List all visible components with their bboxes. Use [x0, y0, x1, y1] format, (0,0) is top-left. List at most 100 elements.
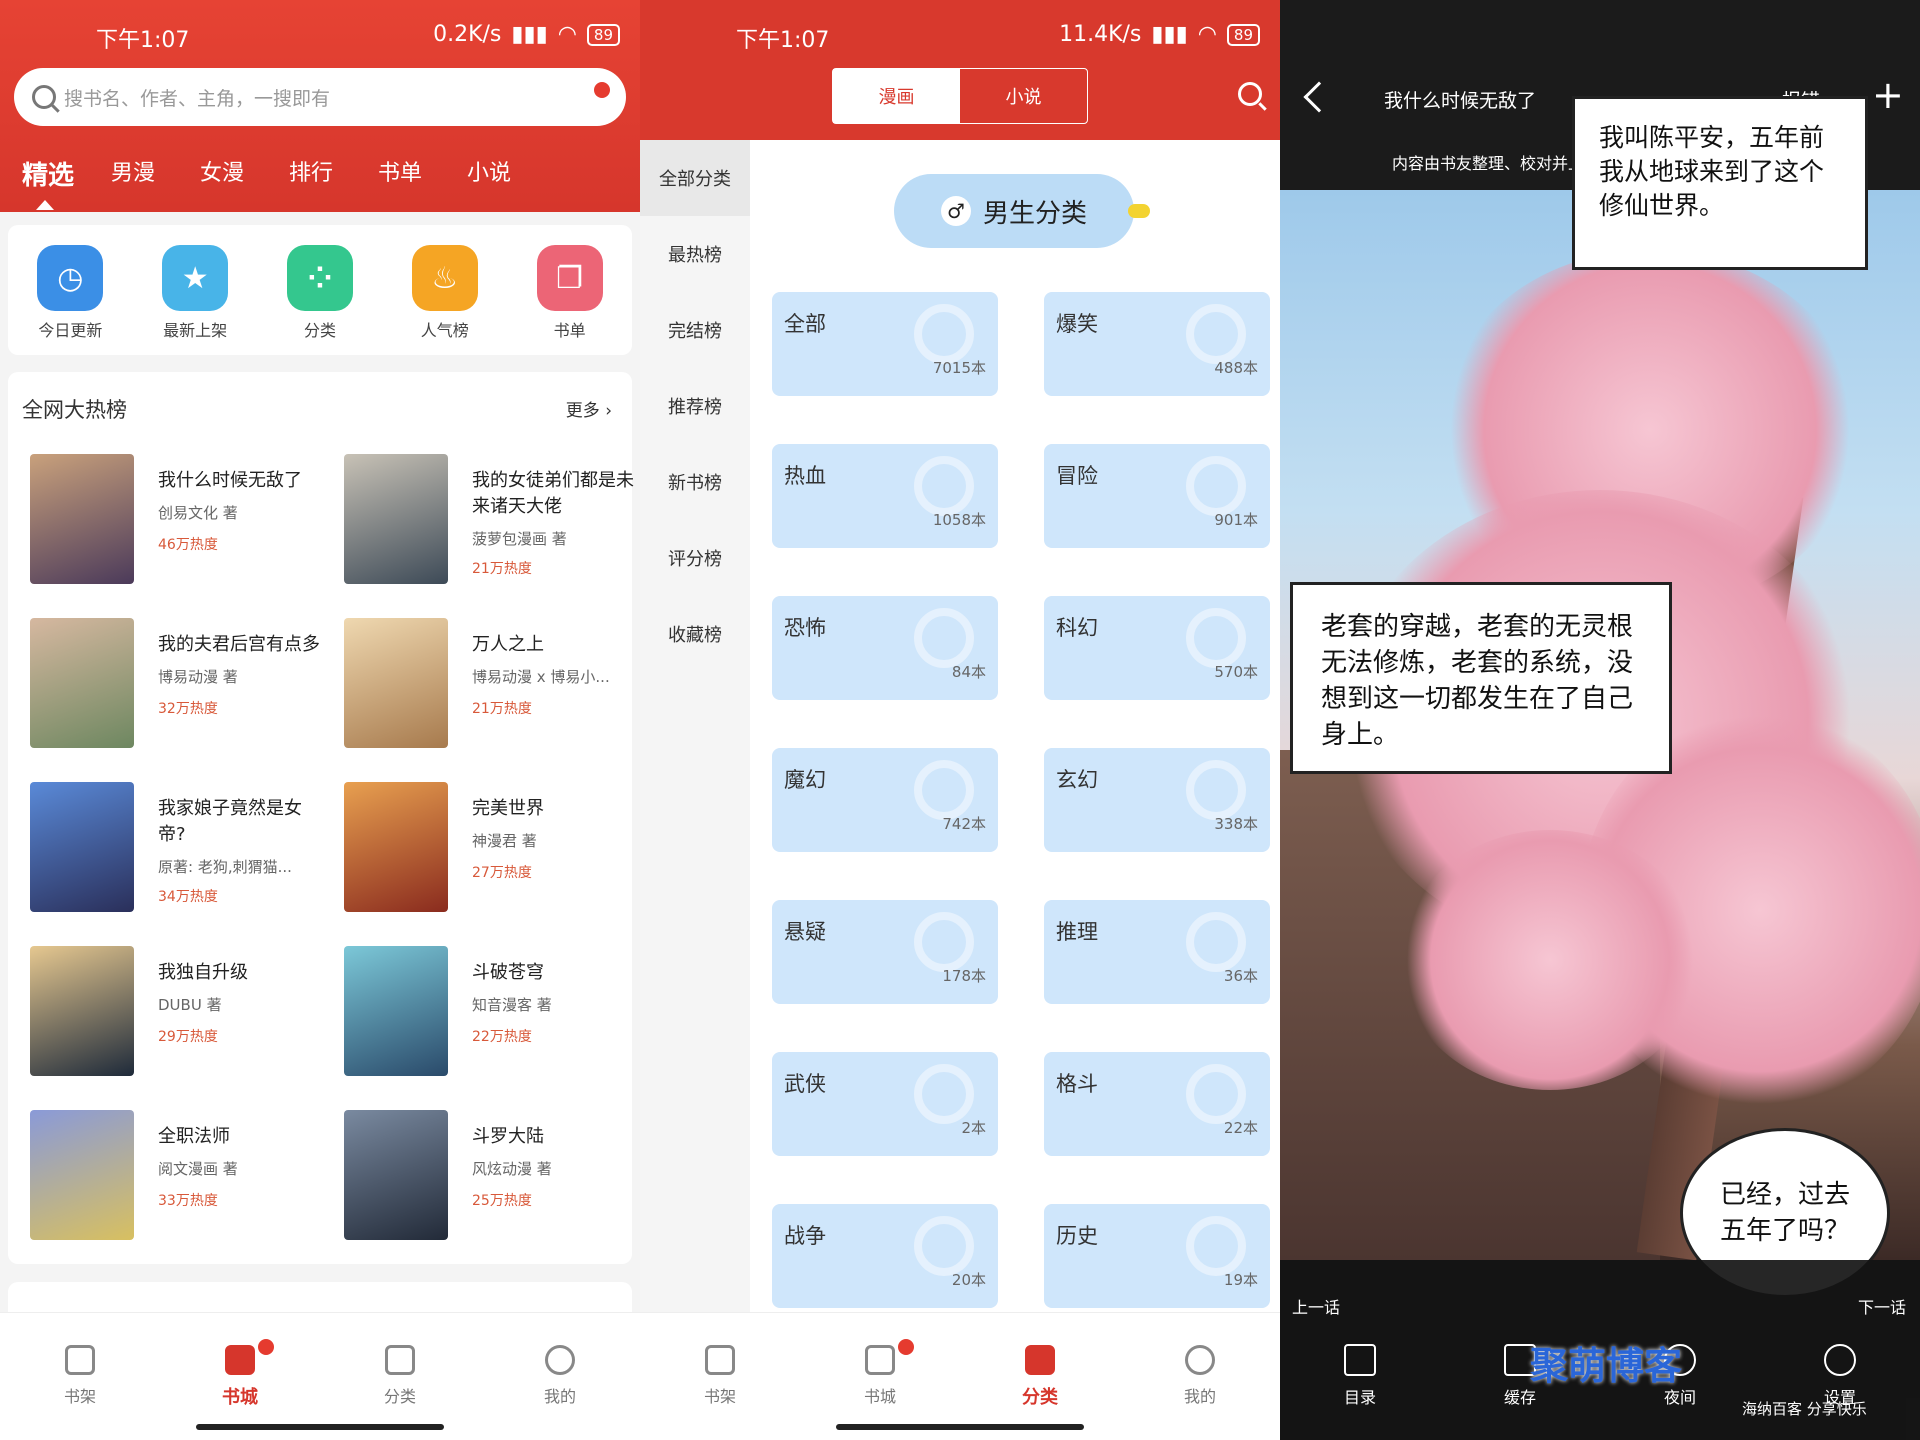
nav-mine[interactable]: 我的	[500, 1345, 620, 1440]
category-card[interactable]: 玄幻 338本	[1044, 748, 1270, 852]
category-card[interactable]: 热血 1058本	[772, 444, 998, 548]
back-icon[interactable]	[1303, 81, 1335, 113]
category-card[interactable]: 推理 36本	[1044, 900, 1270, 1004]
nav-bookshelf[interactable]: 书架	[660, 1345, 780, 1440]
more-link[interactable]: 更多 ›	[566, 396, 612, 421]
hot-list-title: 全网大热榜	[22, 398, 127, 422]
seg-novel[interactable]: 小说	[960, 69, 1087, 123]
book-author: 风炫动漫 著	[472, 1160, 552, 1178]
book-item[interactable]: 我的女徒弟们都是未来诸天大佬 菠萝包漫画 著 21万热度	[344, 454, 640, 584]
next-chapter-button[interactable]: 下一话	[1858, 1294, 1906, 1318]
quick-entry[interactable]: ★ 最新上架	[145, 245, 245, 355]
book-cover[interactable]	[344, 782, 448, 912]
category-name: 历史	[1056, 1224, 1098, 1248]
category-count: 20本	[951, 1271, 986, 1289]
book-cover[interactable]	[30, 946, 134, 1076]
side-menu-item[interactable]: 评分榜	[640, 520, 750, 596]
category-card[interactable]: 爆笑 488本	[1044, 292, 1270, 396]
side-menu-item[interactable]: 收藏榜	[640, 596, 750, 672]
nav-label: 我的	[1183, 1387, 1216, 1406]
tab-featured[interactable]: 精选	[22, 155, 111, 192]
male-symbol-icon	[1186, 912, 1246, 972]
comic-blossom	[1400, 830, 1700, 1090]
nav-badge	[898, 1339, 914, 1355]
tab-novel[interactable]: 小说	[467, 155, 556, 192]
notification-dot	[594, 82, 610, 98]
book-cover[interactable]	[344, 1110, 448, 1240]
settings-button[interactable]: 设置	[1790, 1344, 1890, 1440]
book-item[interactable]: 我什么时候无敌了 创易文化 著 46万热度	[30, 454, 330, 584]
nav-label: 分类	[383, 1387, 416, 1406]
quick-entry[interactable]: ♨ 人气榜	[395, 245, 495, 355]
tab-booklist[interactable]: 书单	[378, 155, 467, 192]
book-item[interactable]: 我的夫君后宫有点多 博易动漫 著 32万热度	[30, 618, 330, 748]
category-card[interactable]: 格斗 22本	[1044, 1052, 1270, 1156]
tab-female-comics[interactable]: 女漫	[200, 155, 289, 192]
book-author: DUBU 著	[158, 996, 222, 1014]
book-title: 我什么时候无敌了	[158, 470, 302, 491]
male-symbol-icon	[914, 456, 974, 516]
book-cover[interactable]	[344, 618, 448, 748]
search-icon[interactable]	[1238, 82, 1262, 106]
category-name: 科幻	[1056, 616, 1098, 640]
book-heat: 27万热度	[472, 865, 532, 881]
nav-bookshelf[interactable]: 书架	[20, 1345, 140, 1440]
book-item[interactable]: 万人之上 博易动漫 x 博易小... 21万热度	[344, 618, 640, 748]
net-speed: 11.4K/s	[1059, 22, 1142, 47]
book-cover[interactable]	[344, 454, 448, 584]
male-symbol-icon	[1186, 1064, 1246, 1124]
category-card[interactable]: 悬疑 178本	[772, 900, 998, 1004]
category-card[interactable]: 科幻 570本	[1044, 596, 1270, 700]
category-card[interactable]: 冒险 901本	[1044, 444, 1270, 548]
home-indicator[interactable]	[836, 1424, 1084, 1430]
male-symbol-icon	[1186, 304, 1246, 364]
book-cover[interactable]	[30, 782, 134, 912]
nav-mine[interactable]: 我的	[1140, 1345, 1260, 1440]
category-card[interactable]: 全部 7015本	[772, 292, 998, 396]
tab-male-comics[interactable]: 男漫	[111, 155, 200, 192]
book-cover[interactable]	[30, 618, 134, 748]
book-item[interactable]: 我家娘子竟然是女帝? 原著: 老狗,刺猬猫... 34万热度	[30, 782, 330, 912]
book-cover[interactable]	[30, 1110, 134, 1240]
category-card[interactable]: 武侠 2本	[772, 1052, 998, 1156]
tab-ranking[interactable]: 排行	[289, 155, 378, 192]
add-icon[interactable]: +	[1872, 76, 1904, 114]
male-symbol-icon	[914, 1216, 974, 1276]
seg-comic[interactable]: 漫画	[833, 69, 960, 123]
quick-entry[interactable]: ◷ 今日更新	[20, 245, 120, 355]
home-indicator[interactable]	[196, 1424, 444, 1430]
book-item[interactable]: 完美世界 神漫君 著 27万热度	[344, 782, 640, 912]
side-menu-item[interactable]: 全部分类	[640, 140, 750, 216]
book-heat: 21万热度	[472, 701, 532, 717]
category-card[interactable]: 历史 19本	[1044, 1204, 1270, 1308]
quick-entry[interactable]: ❐ 书单	[520, 245, 620, 355]
book-cover[interactable]	[30, 454, 134, 584]
book-author: 菠萝包漫画 著	[472, 530, 567, 548]
quick-entry[interactable]: ⁘ 分类	[270, 245, 370, 355]
category-card[interactable]: 战争 20本	[772, 1204, 998, 1308]
side-menu-item[interactable]: 新书榜	[640, 444, 750, 520]
signal-icon: ▮▮▮	[1151, 22, 1188, 47]
book-item[interactable]: 斗破苍穹 知音漫客 著 22万热度	[344, 946, 640, 1076]
book-author: 博易动漫 著	[158, 668, 238, 686]
group-title: ♂ 男生分类	[894, 174, 1150, 248]
toc-button[interactable]: 目录	[1310, 1344, 1410, 1440]
prev-chapter-button[interactable]: 上一话	[1292, 1294, 1340, 1318]
book-item[interactable]: 全职法师 阅文漫画 著 33万热度	[30, 1110, 330, 1240]
male-symbol-icon	[914, 760, 974, 820]
side-menu-item[interactable]: 最热榜	[640, 216, 750, 292]
category-count: 36本	[1223, 967, 1258, 985]
book-item[interactable]: 斗罗大陆 风炫动漫 著 25万热度	[344, 1110, 640, 1240]
category-name: 魔幻	[784, 768, 826, 792]
phone-reader: 我什么时候无敌了 报错 + 内容由书友整理、校对并上传，如有疑问请邮件我们 我叫…	[1280, 0, 1920, 1440]
side-menu-item[interactable]: 完结榜	[640, 292, 750, 368]
male-symbol-icon	[1186, 456, 1246, 516]
category-name: 武侠	[784, 1072, 826, 1096]
book-author: 知音漫客 著	[472, 996, 552, 1014]
search-input[interactable]: 搜书名、作者、主角，一搜即有	[14, 68, 626, 126]
side-menu-item[interactable]: 推荐榜	[640, 368, 750, 444]
book-item[interactable]: 我独自升级 DUBU 著 29万热度	[30, 946, 330, 1076]
book-cover[interactable]	[344, 946, 448, 1076]
category-card[interactable]: 恐怖 84本	[772, 596, 998, 700]
category-card[interactable]: 魔幻 742本	[772, 748, 998, 852]
